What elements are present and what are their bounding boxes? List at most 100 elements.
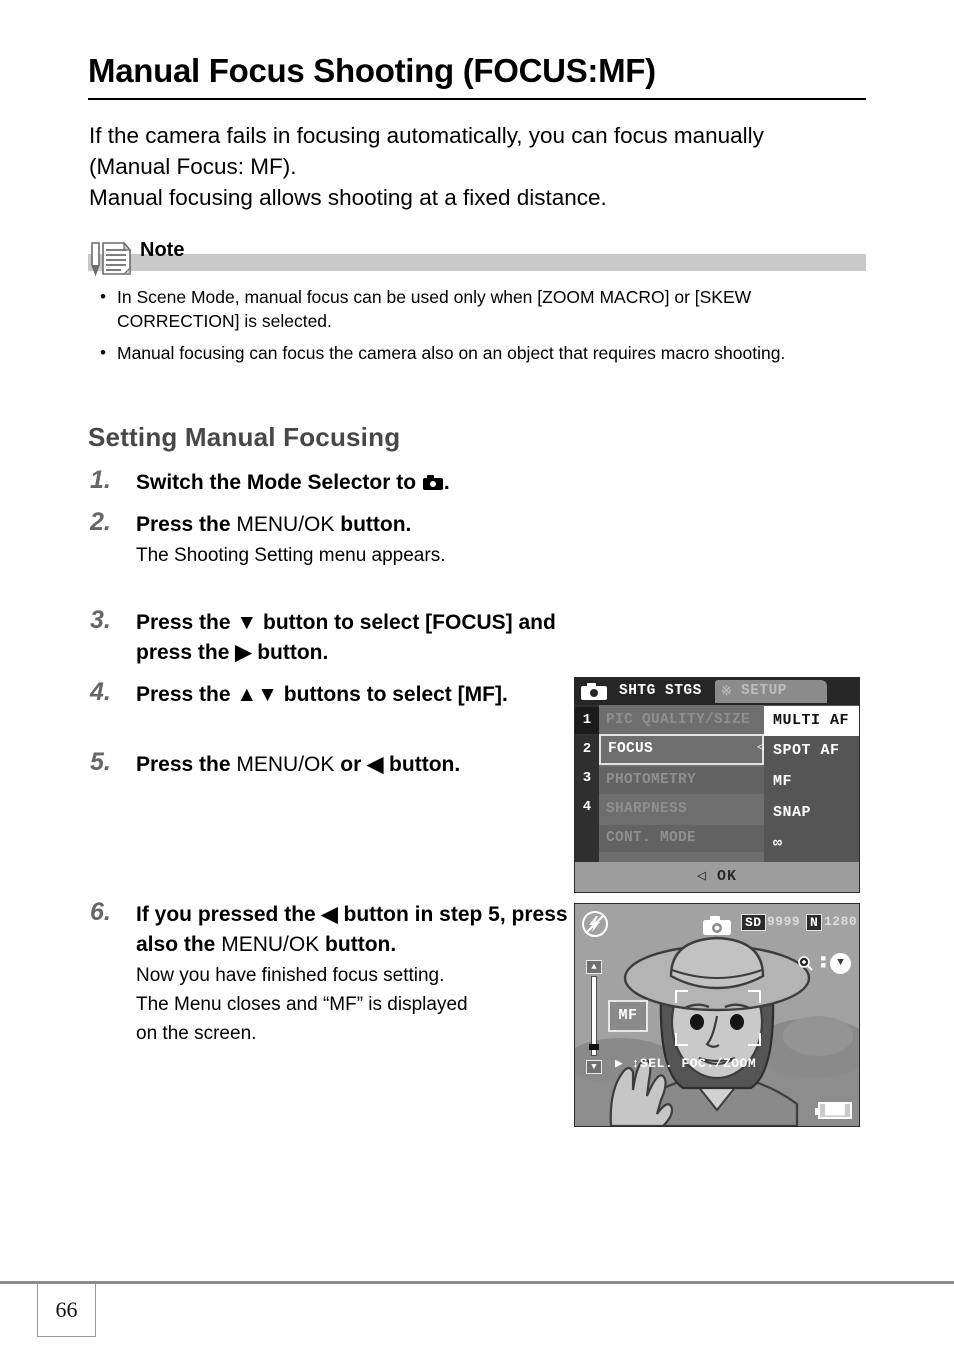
note-item-text: Manual focusing can focus the camera als… bbox=[117, 343, 786, 363]
step-body: Press the ▼ button to select [FOCUS] and… bbox=[136, 608, 608, 668]
note-header: Note bbox=[88, 239, 866, 277]
step-description: The Shooting Setting menu appears. bbox=[136, 545, 446, 566]
step-description-line-1: Now you have finished focus setting. bbox=[136, 965, 445, 986]
step-number: 5. bbox=[90, 748, 111, 776]
bullet-icon: • bbox=[100, 287, 106, 306]
step-body: If you pressed the ◀ button in step 5, p… bbox=[136, 900, 568, 1047]
step-description-line-2: The Menu closes and “MF” is displayed bbox=[136, 994, 468, 1015]
mf-mode-badge: MF bbox=[608, 1000, 648, 1032]
step-item-2: 2. Press the MENU/OK button. The Shootin… bbox=[88, 508, 878, 569]
camera-menu-screenshot: SETUP ※ SHTG STGS 1 2 3 4 PIC QUALITY/SI… bbox=[574, 677, 860, 893]
indicator-remaining-shots: 9999 bbox=[767, 914, 801, 929]
menu-page-numbers: 1 2 3 4 bbox=[575, 705, 599, 862]
step-number: 4. bbox=[90, 678, 111, 706]
step-number: 6. bbox=[90, 898, 111, 926]
step-title: Press the ▲▼ buttons to select [MF]. bbox=[136, 683, 508, 706]
menu-page-number-4[interactable]: 4 bbox=[575, 794, 599, 821]
step-body: Press the MENU/OK button. The Shooting S… bbox=[136, 510, 878, 569]
note-header-bar bbox=[88, 254, 866, 271]
menu-row-cont-mode[interactable]: CONT. MODE bbox=[599, 825, 764, 852]
step-title-post: button. bbox=[319, 933, 397, 956]
step-title-pre: Press the bbox=[136, 513, 237, 536]
tab-setup-label: SETUP bbox=[741, 683, 788, 699]
menu-page-number-2[interactable]: 2 bbox=[575, 736, 599, 763]
zoom-in-icon bbox=[798, 956, 813, 971]
note-document-icon bbox=[88, 241, 134, 277]
step-title: Press the ▼ button to select [FOCUS] and… bbox=[136, 611, 556, 664]
dpad-dots-icon: ■ ■ bbox=[820, 954, 826, 971]
step-item-4: 4. Press the ▲▼ buttons to select [MF]. bbox=[88, 678, 588, 710]
menu-tab-bar: SETUP ※ SHTG STGS bbox=[575, 678, 859, 705]
step-item-6: 6. If you pressed the ◀ button in step 5… bbox=[88, 898, 568, 1047]
intro-line-3: Manual focusing allows shooting at a fix… bbox=[89, 185, 607, 210]
menu-ok-label: MENU/OK bbox=[236, 753, 335, 776]
page-title-block: Manual Focus Shooting (FOCUS:MF) bbox=[88, 52, 866, 100]
menu-option-snap[interactable]: SNAP bbox=[764, 798, 859, 828]
mf-slider-near-icon: ▲ bbox=[586, 960, 602, 974]
camera-mode-icon bbox=[422, 475, 443, 490]
step-title: Press the MENU/OK button. bbox=[136, 510, 878, 540]
page-title: Manual Focus Shooting (FOCUS:MF) bbox=[88, 52, 656, 89]
menu-ok-label: MENU/OK bbox=[236, 513, 335, 536]
indicator-image-size: 1280 bbox=[824, 914, 858, 929]
step-number: 2. bbox=[90, 508, 111, 536]
step-item-5: 5. Press the MENU/OK or ◀ button. bbox=[88, 748, 588, 780]
menu-page-number-1[interactable]: 1 bbox=[575, 707, 599, 734]
note-body: • In Scene Mode, manual focus can be use… bbox=[88, 285, 866, 365]
tab-shooting-settings[interactable]: SHTG STGS bbox=[613, 680, 708, 703]
menu-ok-label: MENU/OK bbox=[221, 933, 320, 956]
manual-page: Manual Focus Shooting (FOCUS:MF) If the … bbox=[0, 0, 954, 1351]
camera-tab-icon bbox=[579, 681, 609, 702]
step-body: Press the MENU/OK or ◀ button. bbox=[136, 750, 588, 780]
menu-option-multi-af[interactable]: MULTI AF bbox=[764, 706, 859, 736]
footer-divider bbox=[0, 1281, 954, 1284]
page-number: 66 bbox=[37, 1284, 96, 1337]
indicator-sd-card: SD bbox=[741, 914, 766, 931]
step-title: Switch the Mode Selector to . bbox=[136, 468, 878, 498]
step-title-pre: Press the bbox=[136, 753, 237, 776]
menu-footer-ok[interactable]: ◁ OK bbox=[575, 862, 859, 892]
mf-distance-slider[interactable]: ▲ ▼ bbox=[586, 960, 602, 1074]
liveview-hint-text: ▶ ↕SEL. FOC./ZOOM bbox=[615, 1056, 757, 1071]
intro-paragraph: If the camera fails in focusing automati… bbox=[89, 120, 879, 213]
step-number: 3. bbox=[90, 606, 111, 634]
menu-row-list: PIC QUALITY/SIZE FOCUS PHOTOMETRY SHARPN… bbox=[599, 705, 764, 862]
bullet-icon: • bbox=[100, 343, 106, 362]
battery-icon: ███ bbox=[815, 1102, 852, 1119]
menu-row-sharpness[interactable]: SHARPNESS bbox=[599, 796, 764, 823]
flash-off-icon bbox=[582, 911, 608, 937]
step-title-post: button. bbox=[334, 513, 412, 536]
note-block: Note • In Scene Mode, manual focus can b… bbox=[88, 239, 866, 373]
intro-line-2: (Manual Focus: MF). bbox=[89, 154, 297, 179]
step-item-1: 1. Switch the Mode Selector to . bbox=[88, 466, 878, 498]
note-label: Note bbox=[140, 239, 185, 261]
menu-body: 1 2 3 4 PIC QUALITY/SIZE FOCUS PHOTOMETR… bbox=[575, 705, 859, 862]
note-item: • In Scene Mode, manual focus can be use… bbox=[88, 285, 866, 333]
menu-row-pic-quality[interactable]: PIC QUALITY/SIZE bbox=[599, 707, 764, 734]
menu-row-photometry[interactable]: PHOTOMETRY bbox=[599, 767, 764, 794]
step-body: Switch the Mode Selector to . bbox=[136, 468, 878, 498]
shooting-mode-icon bbox=[701, 914, 733, 937]
menu-option-mf[interactable]: MF bbox=[764, 767, 859, 797]
step-title: If you pressed the ◀ button in step 5, p… bbox=[136, 900, 568, 960]
menu-page-number-3[interactable]: 3 bbox=[575, 765, 599, 792]
step-title-post: . bbox=[443, 471, 450, 494]
step-item-3: 3. Press the ▼ button to select [FOCUS] … bbox=[88, 606, 608, 668]
section-heading: Setting Manual Focusing bbox=[88, 422, 401, 452]
step-title-post: or ◀ button. bbox=[334, 753, 461, 776]
camera-liveview-screenshot: SD 9999 N 1280 ■ ■ ▼ ▲ ▼ MF ▶ ↕SEL. FOC./… bbox=[574, 903, 860, 1127]
menu-row-focus[interactable]: FOCUS bbox=[599, 734, 764, 765]
mf-slider-far-icon: ▼ bbox=[586, 1060, 602, 1074]
step-title: Press the MENU/OK or ◀ button. bbox=[136, 750, 588, 780]
note-item: • Manual focusing can focus the camera a… bbox=[88, 341, 866, 365]
wrench-icon: ※ bbox=[721, 684, 732, 699]
down-button-icon: ▼ bbox=[830, 953, 851, 974]
step-title-pre: Switch the Mode Selector to bbox=[136, 471, 422, 494]
mf-slider-knob[interactable] bbox=[589, 1044, 599, 1050]
step-body: Press the ▲▼ buttons to select [MF]. bbox=[136, 680, 588, 710]
menu-option-list: MULTI AF SPOT AF MF SNAP ∞ bbox=[764, 705, 859, 862]
menu-option-infinity[interactable]: ∞ bbox=[764, 829, 859, 859]
title-divider bbox=[88, 97, 866, 100]
menu-option-spot-af[interactable]: SPOT AF bbox=[764, 736, 859, 766]
indicator-picture-quality: N bbox=[806, 914, 823, 931]
